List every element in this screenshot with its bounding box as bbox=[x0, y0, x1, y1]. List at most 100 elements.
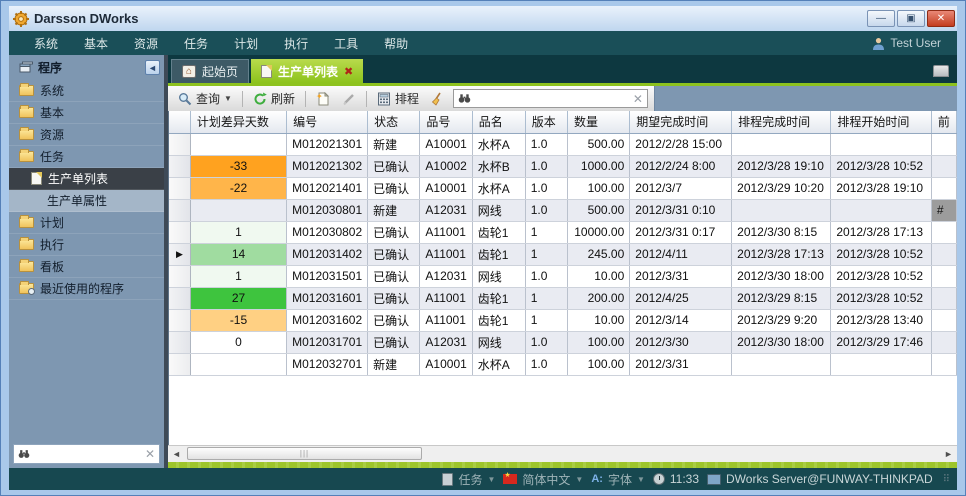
cell-sched_start[interactable]: 2012/3/28 19:10 bbox=[831, 177, 932, 199]
cell-ver[interactable]: 1 bbox=[525, 221, 567, 243]
table-row[interactable]: 1M012031501已确认A12031网线1.010.002012/3/312… bbox=[169, 265, 957, 287]
table-row[interactable]: -22M012021401已确认A10001水杯A1.0100.002012/3… bbox=[169, 177, 957, 199]
cell-status[interactable]: 已确认 bbox=[368, 309, 420, 331]
cell-due[interactable]: 2012/4/25 bbox=[630, 287, 732, 309]
table-row[interactable]: M012021301新建A10001水杯A1.0500.002012/2/28 … bbox=[169, 133, 957, 155]
row-selector[interactable] bbox=[169, 221, 190, 243]
cell-status[interactable]: 已确认 bbox=[368, 331, 420, 353]
new-button[interactable]: ✦ bbox=[312, 90, 334, 108]
tab-production-order-list[interactable]: 生产单列表 ✖ bbox=[251, 59, 363, 83]
cell-extra[interactable]: # bbox=[931, 199, 956, 221]
cell-no[interactable]: M012031501 bbox=[287, 265, 368, 287]
cell-due[interactable]: 2012/3/31 0:17 bbox=[630, 221, 732, 243]
edit-button[interactable] bbox=[338, 90, 360, 108]
cell-qty[interactable]: 1000.00 bbox=[567, 155, 629, 177]
window-list-icon[interactable] bbox=[933, 65, 949, 77]
cell-diff[interactable] bbox=[190, 199, 286, 221]
cell-extra[interactable] bbox=[931, 221, 956, 243]
row-selector[interactable] bbox=[169, 287, 190, 309]
column-header-name[interactable]: 品名 bbox=[472, 111, 525, 133]
cell-name[interactable]: 网线 bbox=[472, 331, 525, 353]
cell-sched_end[interactable]: 2012/3/30 8:15 bbox=[732, 221, 831, 243]
cell-diff[interactable]: 1 bbox=[190, 265, 286, 287]
cell-qty[interactable]: 100.00 bbox=[567, 353, 629, 375]
query-button[interactable]: 查询 ▼ bbox=[174, 88, 236, 109]
row-selector[interactable] bbox=[169, 309, 190, 331]
cell-no[interactable]: M012021302 bbox=[287, 155, 368, 177]
cell-no[interactable]: M012030801 bbox=[287, 199, 368, 221]
sidebar-search-clear-icon[interactable]: ✕ bbox=[145, 447, 155, 461]
sidebar-search-input[interactable] bbox=[34, 448, 141, 460]
menu-tools[interactable]: 工具 bbox=[321, 32, 371, 55]
cell-sched_start[interactable] bbox=[831, 199, 932, 221]
row-selector[interactable] bbox=[169, 177, 190, 199]
cell-sched_end[interactable]: 2012/3/30 18:00 bbox=[732, 331, 831, 353]
cell-diff[interactable]: 14 bbox=[190, 243, 286, 265]
cell-extra[interactable] bbox=[931, 177, 956, 199]
column-header-item[interactable]: 品号 bbox=[420, 111, 472, 133]
cell-sched_start[interactable] bbox=[831, 133, 932, 155]
cell-qty[interactable]: 10000.00 bbox=[567, 221, 629, 243]
cell-no[interactable]: M012030802 bbox=[287, 221, 368, 243]
row-selector[interactable] bbox=[169, 155, 190, 177]
resize-grip[interactable]: ⠿ bbox=[943, 474, 951, 485]
cell-ver[interactable]: 1.0 bbox=[525, 177, 567, 199]
cell-item[interactable]: A10001 bbox=[420, 177, 472, 199]
table-row[interactable]: 1M012030802已确认A11001齿轮1110000.002012/3/3… bbox=[169, 221, 957, 243]
cell-extra[interactable] bbox=[931, 287, 956, 309]
column-header-sched_start[interactable]: 排程开始时间 bbox=[831, 111, 932, 133]
cell-ver[interactable]: 1.0 bbox=[525, 199, 567, 221]
cell-ver[interactable]: 1.0 bbox=[525, 265, 567, 287]
cell-name[interactable]: 齿轮1 bbox=[472, 287, 525, 309]
cell-ver[interactable]: 1 bbox=[525, 309, 567, 331]
column-header-no[interactable]: 编号 bbox=[287, 111, 368, 133]
status-task-menu[interactable]: 任务 ▼ bbox=[442, 471, 495, 488]
cell-qty[interactable]: 500.00 bbox=[567, 199, 629, 221]
table-row[interactable]: M012030801新建A12031网线1.0500.002012/3/31 0… bbox=[169, 199, 957, 221]
cell-qty[interactable]: 100.00 bbox=[567, 177, 629, 199]
cell-item[interactable]: A11001 bbox=[420, 287, 472, 309]
cell-due[interactable]: 2012/3/31 0:10 bbox=[630, 199, 732, 221]
cell-status[interactable]: 已确认 bbox=[368, 177, 420, 199]
sidebar-item-recent-programs[interactable]: 最近使用的程序 bbox=[9, 278, 164, 300]
cell-qty[interactable]: 100.00 bbox=[567, 331, 629, 353]
cell-diff[interactable]: -15 bbox=[190, 309, 286, 331]
cell-sched_start[interactable]: 2012/3/28 10:52 bbox=[831, 265, 932, 287]
sidebar-item-system[interactable]: 系统 bbox=[9, 80, 164, 102]
cell-item[interactable]: A10002 bbox=[420, 155, 472, 177]
cell-due[interactable]: 2012/2/28 15:00 bbox=[630, 133, 732, 155]
maximize-button[interactable]: ▣ bbox=[897, 10, 925, 27]
cell-no[interactable]: M012031602 bbox=[287, 309, 368, 331]
cell-no[interactable]: M012031701 bbox=[287, 331, 368, 353]
cell-qty[interactable]: 245.00 bbox=[567, 243, 629, 265]
cell-name[interactable]: 齿轮1 bbox=[472, 243, 525, 265]
tab-start-page[interactable]: ⌂ 起始页 bbox=[171, 59, 249, 83]
cell-item[interactable]: A11001 bbox=[420, 309, 472, 331]
column-header-extra[interactable]: 前 bbox=[931, 111, 956, 133]
cell-due[interactable]: 2012/4/11 bbox=[630, 243, 732, 265]
cell-sched_start[interactable]: 2012/3/29 17:46 bbox=[831, 331, 932, 353]
cell-no[interactable]: M012021301 bbox=[287, 133, 368, 155]
cell-diff[interactable]: 0 bbox=[190, 331, 286, 353]
cell-qty[interactable]: 200.00 bbox=[567, 287, 629, 309]
cell-diff[interactable] bbox=[190, 133, 286, 155]
row-selector[interactable] bbox=[169, 133, 190, 155]
cell-extra[interactable] bbox=[931, 265, 956, 287]
table-row[interactable]: 27M012031601已确认A11001齿轮11200.002012/4/25… bbox=[169, 287, 957, 309]
clean-button[interactable] bbox=[427, 90, 449, 108]
table-row[interactable]: -33M012021302已确认A10002水杯B1.01000.002012/… bbox=[169, 155, 957, 177]
minimize-button[interactable]: — bbox=[867, 10, 895, 27]
cell-sched_start[interactable]: 2012/3/28 17:13 bbox=[831, 221, 932, 243]
cell-sched_start[interactable]: 2012/3/28 10:52 bbox=[831, 155, 932, 177]
cell-sched_end[interactable] bbox=[732, 353, 831, 375]
column-header-ver[interactable]: 版本 bbox=[525, 111, 567, 133]
cell-item[interactable]: A11001 bbox=[420, 243, 472, 265]
cell-sched_end[interactable] bbox=[732, 199, 831, 221]
cell-diff[interactable] bbox=[190, 353, 286, 375]
cell-status[interactable]: 新建 bbox=[368, 199, 420, 221]
cell-due[interactable]: 2012/3/14 bbox=[630, 309, 732, 331]
cell-ver[interactable]: 1.0 bbox=[525, 331, 567, 353]
cell-status[interactable]: 新建 bbox=[368, 353, 420, 375]
cell-due[interactable]: 2012/3/31 bbox=[630, 353, 732, 375]
scroll-thumb[interactable]: ||| bbox=[187, 447, 422, 460]
